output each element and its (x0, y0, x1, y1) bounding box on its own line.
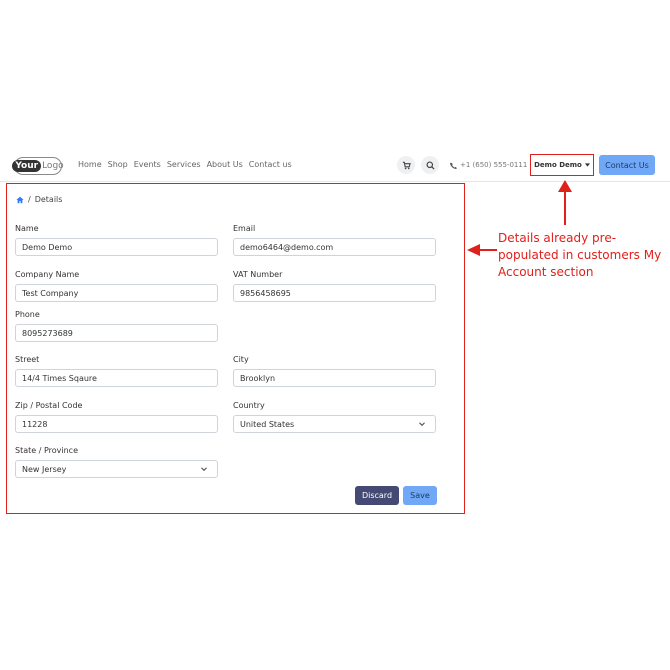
country-select[interactable]: United States (233, 415, 436, 433)
zip-input[interactable]: 11228 (15, 415, 218, 433)
user-menu-highlight: Demo Demo (530, 154, 594, 176)
nav-link-services[interactable]: Services (167, 160, 201, 169)
annotation-text: Details already pre-populated in custome… (498, 231, 662, 279)
discard-button[interactable]: Discard (355, 486, 399, 505)
user-menu-button[interactable]: Demo Demo (534, 161, 590, 169)
nav-link-contact-us[interactable]: Contact us (249, 160, 292, 169)
logo-bold-text: Your (12, 160, 42, 172)
phone-number: +1 (650) 555-0111 (460, 161, 528, 169)
chevron-down-icon (201, 467, 207, 472)
company-name-input[interactable]: Test Company (15, 284, 218, 302)
zip-label: Zip / Postal Code (15, 401, 83, 410)
vat-number-label: VAT Number (233, 270, 283, 279)
search-icon (425, 160, 435, 170)
vat-number-input[interactable]: 9856458695 (233, 284, 436, 302)
nav-link-shop[interactable]: Shop (108, 160, 128, 169)
chevron-down-icon (419, 422, 425, 427)
nav-link-about-us[interactable]: About Us (207, 160, 243, 169)
street-label: Street (15, 355, 40, 364)
nav-link-events[interactable]: Events (134, 160, 161, 169)
breadcrumb: / Details (16, 195, 62, 204)
site-logo[interactable]: Your Logo (12, 157, 64, 175)
logo-light-text: Logo (42, 161, 64, 171)
caret-down-icon (584, 163, 590, 167)
country-label: Country (233, 401, 265, 410)
user-menu-label: Demo Demo (534, 161, 582, 169)
state-select[interactable]: New Jersey (15, 460, 218, 478)
city-label: City (233, 355, 249, 364)
arrow-up-icon (558, 180, 572, 225)
cart-button[interactable] (397, 156, 415, 174)
city-input[interactable]: Brooklyn (233, 369, 436, 387)
breadcrumb-separator: / (28, 195, 31, 204)
name-label: Name (15, 224, 39, 233)
contact-us-button[interactable]: Contact Us (599, 155, 655, 175)
phone-label: Phone (15, 310, 40, 319)
state-selected-value: New Jersey (22, 464, 67, 474)
street-input[interactable]: 14/4 Times Sqaure (15, 369, 218, 387)
save-button[interactable]: Save (403, 486, 437, 505)
country-selected-value: United States (240, 419, 295, 429)
search-button[interactable] (421, 156, 439, 174)
nav-links: Home Shop Events Services About Us Conta… (78, 160, 292, 169)
arrow-left-icon (467, 244, 497, 256)
email-label: Email (233, 224, 256, 233)
email-input[interactable]: demo6464@demo.com (233, 238, 436, 256)
home-icon[interactable] (16, 196, 24, 204)
phone-input[interactable]: 8095273689 (15, 324, 218, 342)
nav-link-home[interactable]: Home (78, 160, 102, 169)
cart-icon (402, 161, 411, 169)
name-input[interactable]: Demo Demo (15, 238, 218, 256)
phone-link[interactable]: +1 (650) 555-0111 (450, 161, 527, 169)
phone-icon (450, 162, 457, 169)
breadcrumb-current: Details (34, 195, 63, 204)
page: Your Logo Home Shop Events Services About… (0, 0, 670, 670)
state-label: State / Province (15, 446, 78, 455)
company-name-label: Company Name (15, 270, 80, 279)
